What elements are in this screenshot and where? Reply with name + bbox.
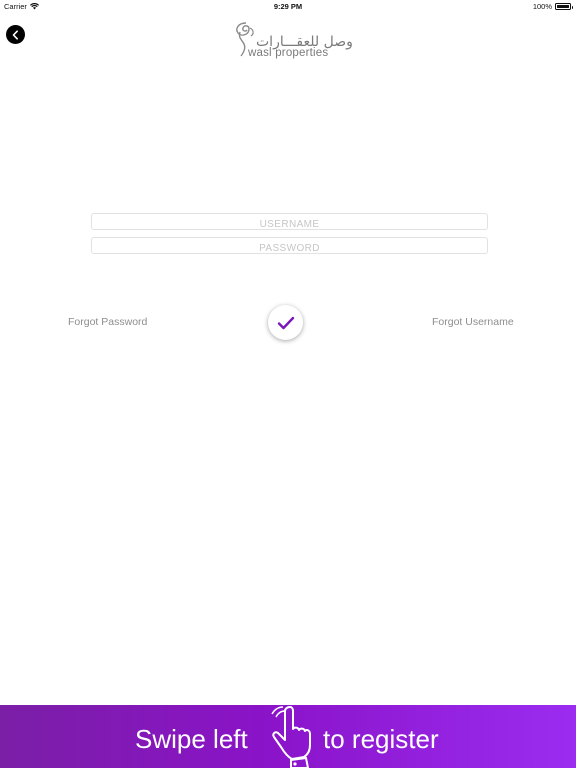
forgot-username-link[interactable]: Forgot Username <box>432 316 514 328</box>
swipe-left-label: Swipe left <box>135 724 248 754</box>
back-button[interactable] <box>6 25 25 44</box>
chevron-left-icon <box>12 29 18 40</box>
username-input[interactable] <box>92 217 487 232</box>
checkmark-icon <box>277 316 294 329</box>
battery-percent: 100% <box>532 2 552 11</box>
password-input[interactable] <box>92 241 487 256</box>
status-time: 9:29 PM <box>273 2 303 11</box>
hand-swipe-icon <box>271 706 311 768</box>
forgot-password-link[interactable]: Forgot Password <box>68 316 147 328</box>
status-battery-group: 100% <box>532 2 573 11</box>
battery-icon <box>555 3 573 10</box>
wasl-logo: وصل للعقـــارات wasl properties <box>234 20 353 62</box>
status-bar: Carrier 9:29 PM 100% <box>0 0 576 12</box>
username-field[interactable] <box>91 213 488 232</box>
login-submit-button[interactable] <box>268 305 303 340</box>
swipe-right-label: to register <box>323 724 439 754</box>
password-field[interactable] <box>91 237 488 256</box>
swipe-register-banner[interactable]: Swipe left to register <box>0 705 576 768</box>
logo-latin-text: wasl properties <box>248 47 329 59</box>
